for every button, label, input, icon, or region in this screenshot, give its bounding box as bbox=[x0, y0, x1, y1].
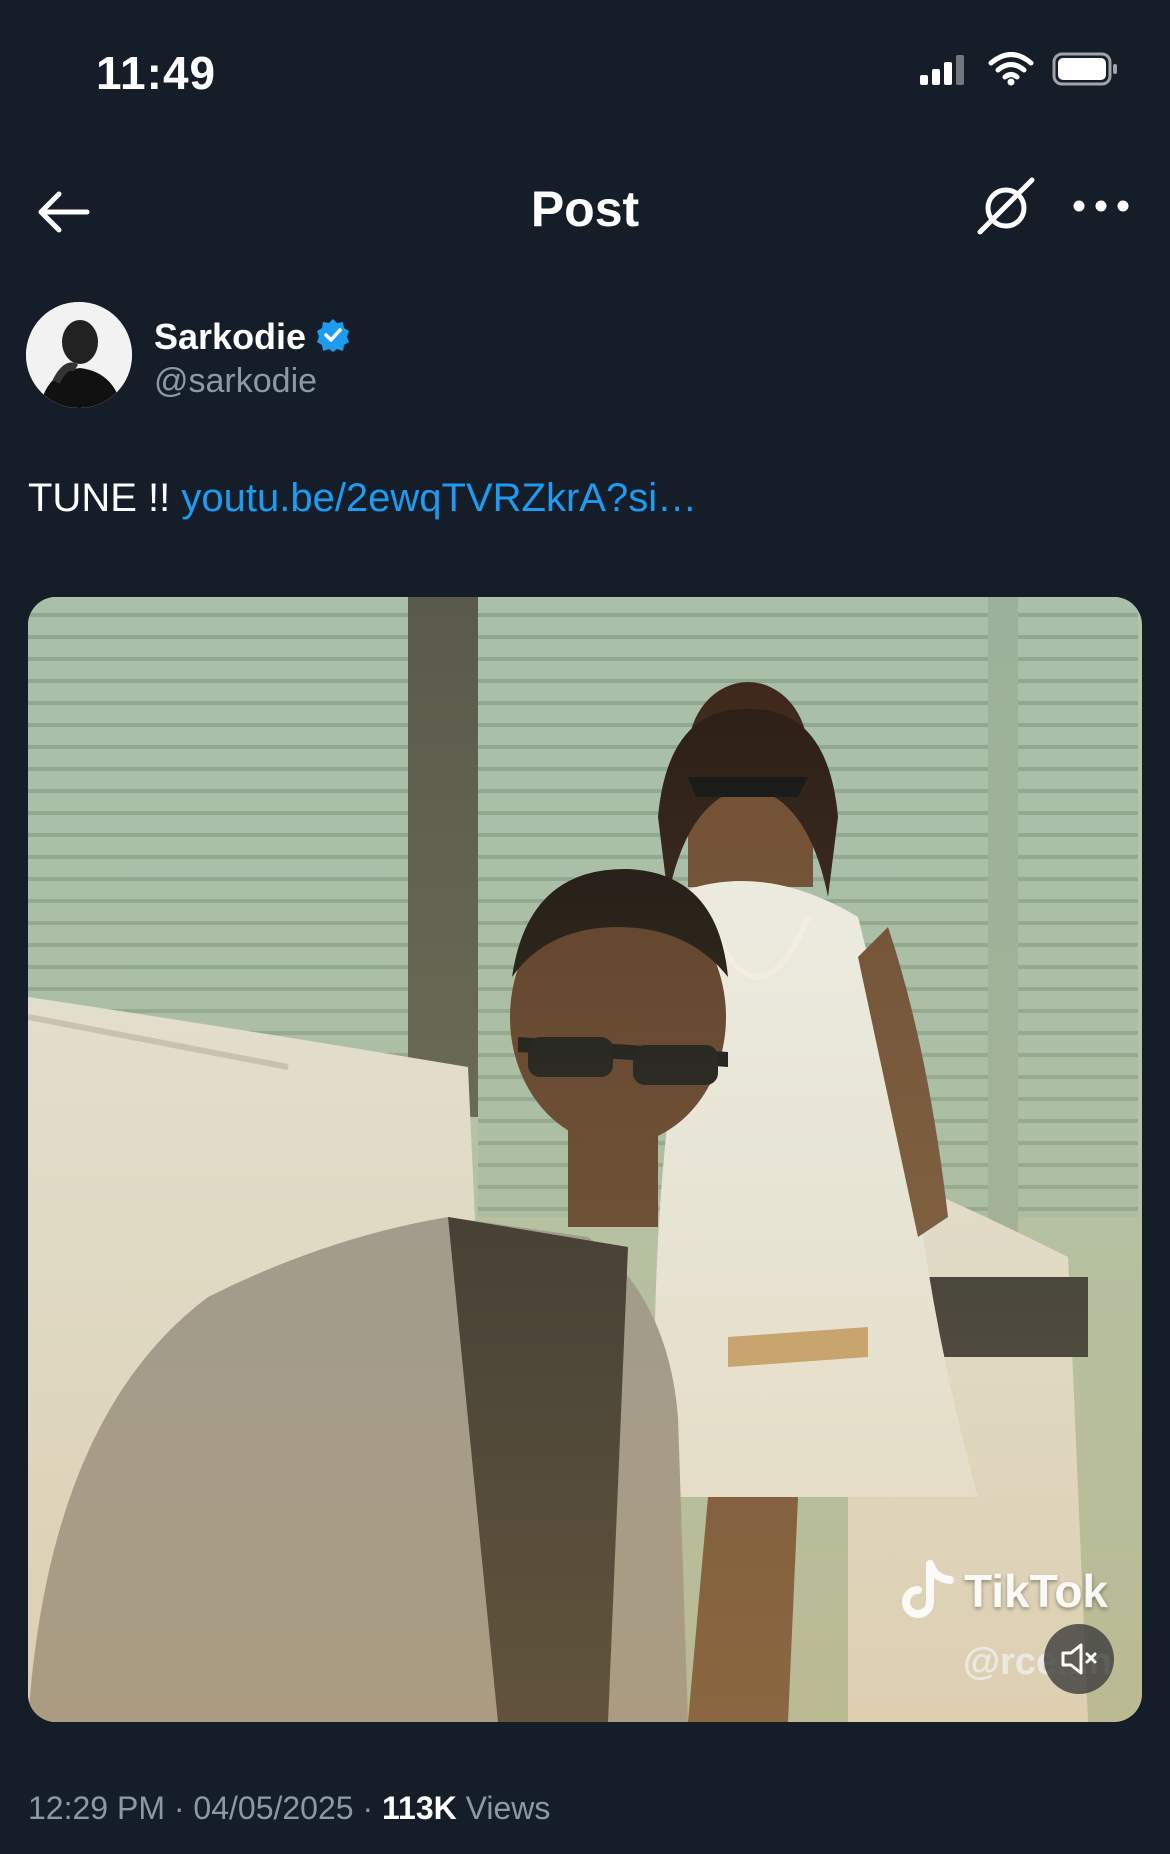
mute-button[interactable] bbox=[1044, 1624, 1114, 1694]
status-time: 11:49 bbox=[96, 47, 217, 99]
author-handle[interactable]: @sarkodie bbox=[154, 362, 317, 401]
meta-separator: · bbox=[173, 1790, 185, 1826]
tiktok-brand-text: TikTok bbox=[964, 1565, 1108, 1617]
video-frame bbox=[28, 597, 1142, 1722]
views-label: Views bbox=[465, 1790, 551, 1826]
grok-icon bbox=[977, 177, 1035, 235]
speaker-muted-icon bbox=[1061, 1643, 1097, 1675]
post-author: Sarkodie @sarkodie bbox=[26, 302, 1126, 412]
tiktok-logo-icon bbox=[902, 1560, 954, 1618]
post-video[interactable]: TikTok @rce...n bbox=[28, 597, 1142, 1722]
author-name[interactable]: Sarkodie bbox=[154, 316, 306, 358]
post-text: TUNE !! youtu.be/2ewqTVRZkrA?si… bbox=[28, 476, 697, 521]
status-bar: 11:49 bbox=[0, 0, 1170, 150]
cellular-signal-icon bbox=[918, 53, 970, 90]
grok-button[interactable] bbox=[974, 174, 1038, 238]
verified-badge-icon bbox=[316, 318, 350, 357]
status-icons bbox=[918, 52, 1118, 91]
tiktok-watermark: TikTok bbox=[900, 1560, 1108, 1622]
more-dots-icon bbox=[1073, 200, 1129, 212]
post-meta: 12:29 PM · 04/05/2025 · 113K Views bbox=[28, 1790, 550, 1827]
wifi-icon bbox=[988, 52, 1034, 91]
battery-icon bbox=[1052, 52, 1118, 91]
avatar[interactable] bbox=[26, 302, 132, 408]
meta-separator: · bbox=[362, 1790, 374, 1826]
top-navigation: Post bbox=[0, 160, 1170, 260]
more-options-button[interactable] bbox=[1072, 196, 1130, 216]
post-text-content: TUNE !! bbox=[28, 476, 171, 520]
post-date: 04/05/2025 bbox=[193, 1790, 354, 1826]
views-count[interactable]: 113K bbox=[382, 1790, 457, 1826]
post-link[interactable]: youtu.be/2ewqTVRZkrA?si… bbox=[181, 476, 697, 520]
post-time: 12:29 PM bbox=[28, 1790, 165, 1826]
